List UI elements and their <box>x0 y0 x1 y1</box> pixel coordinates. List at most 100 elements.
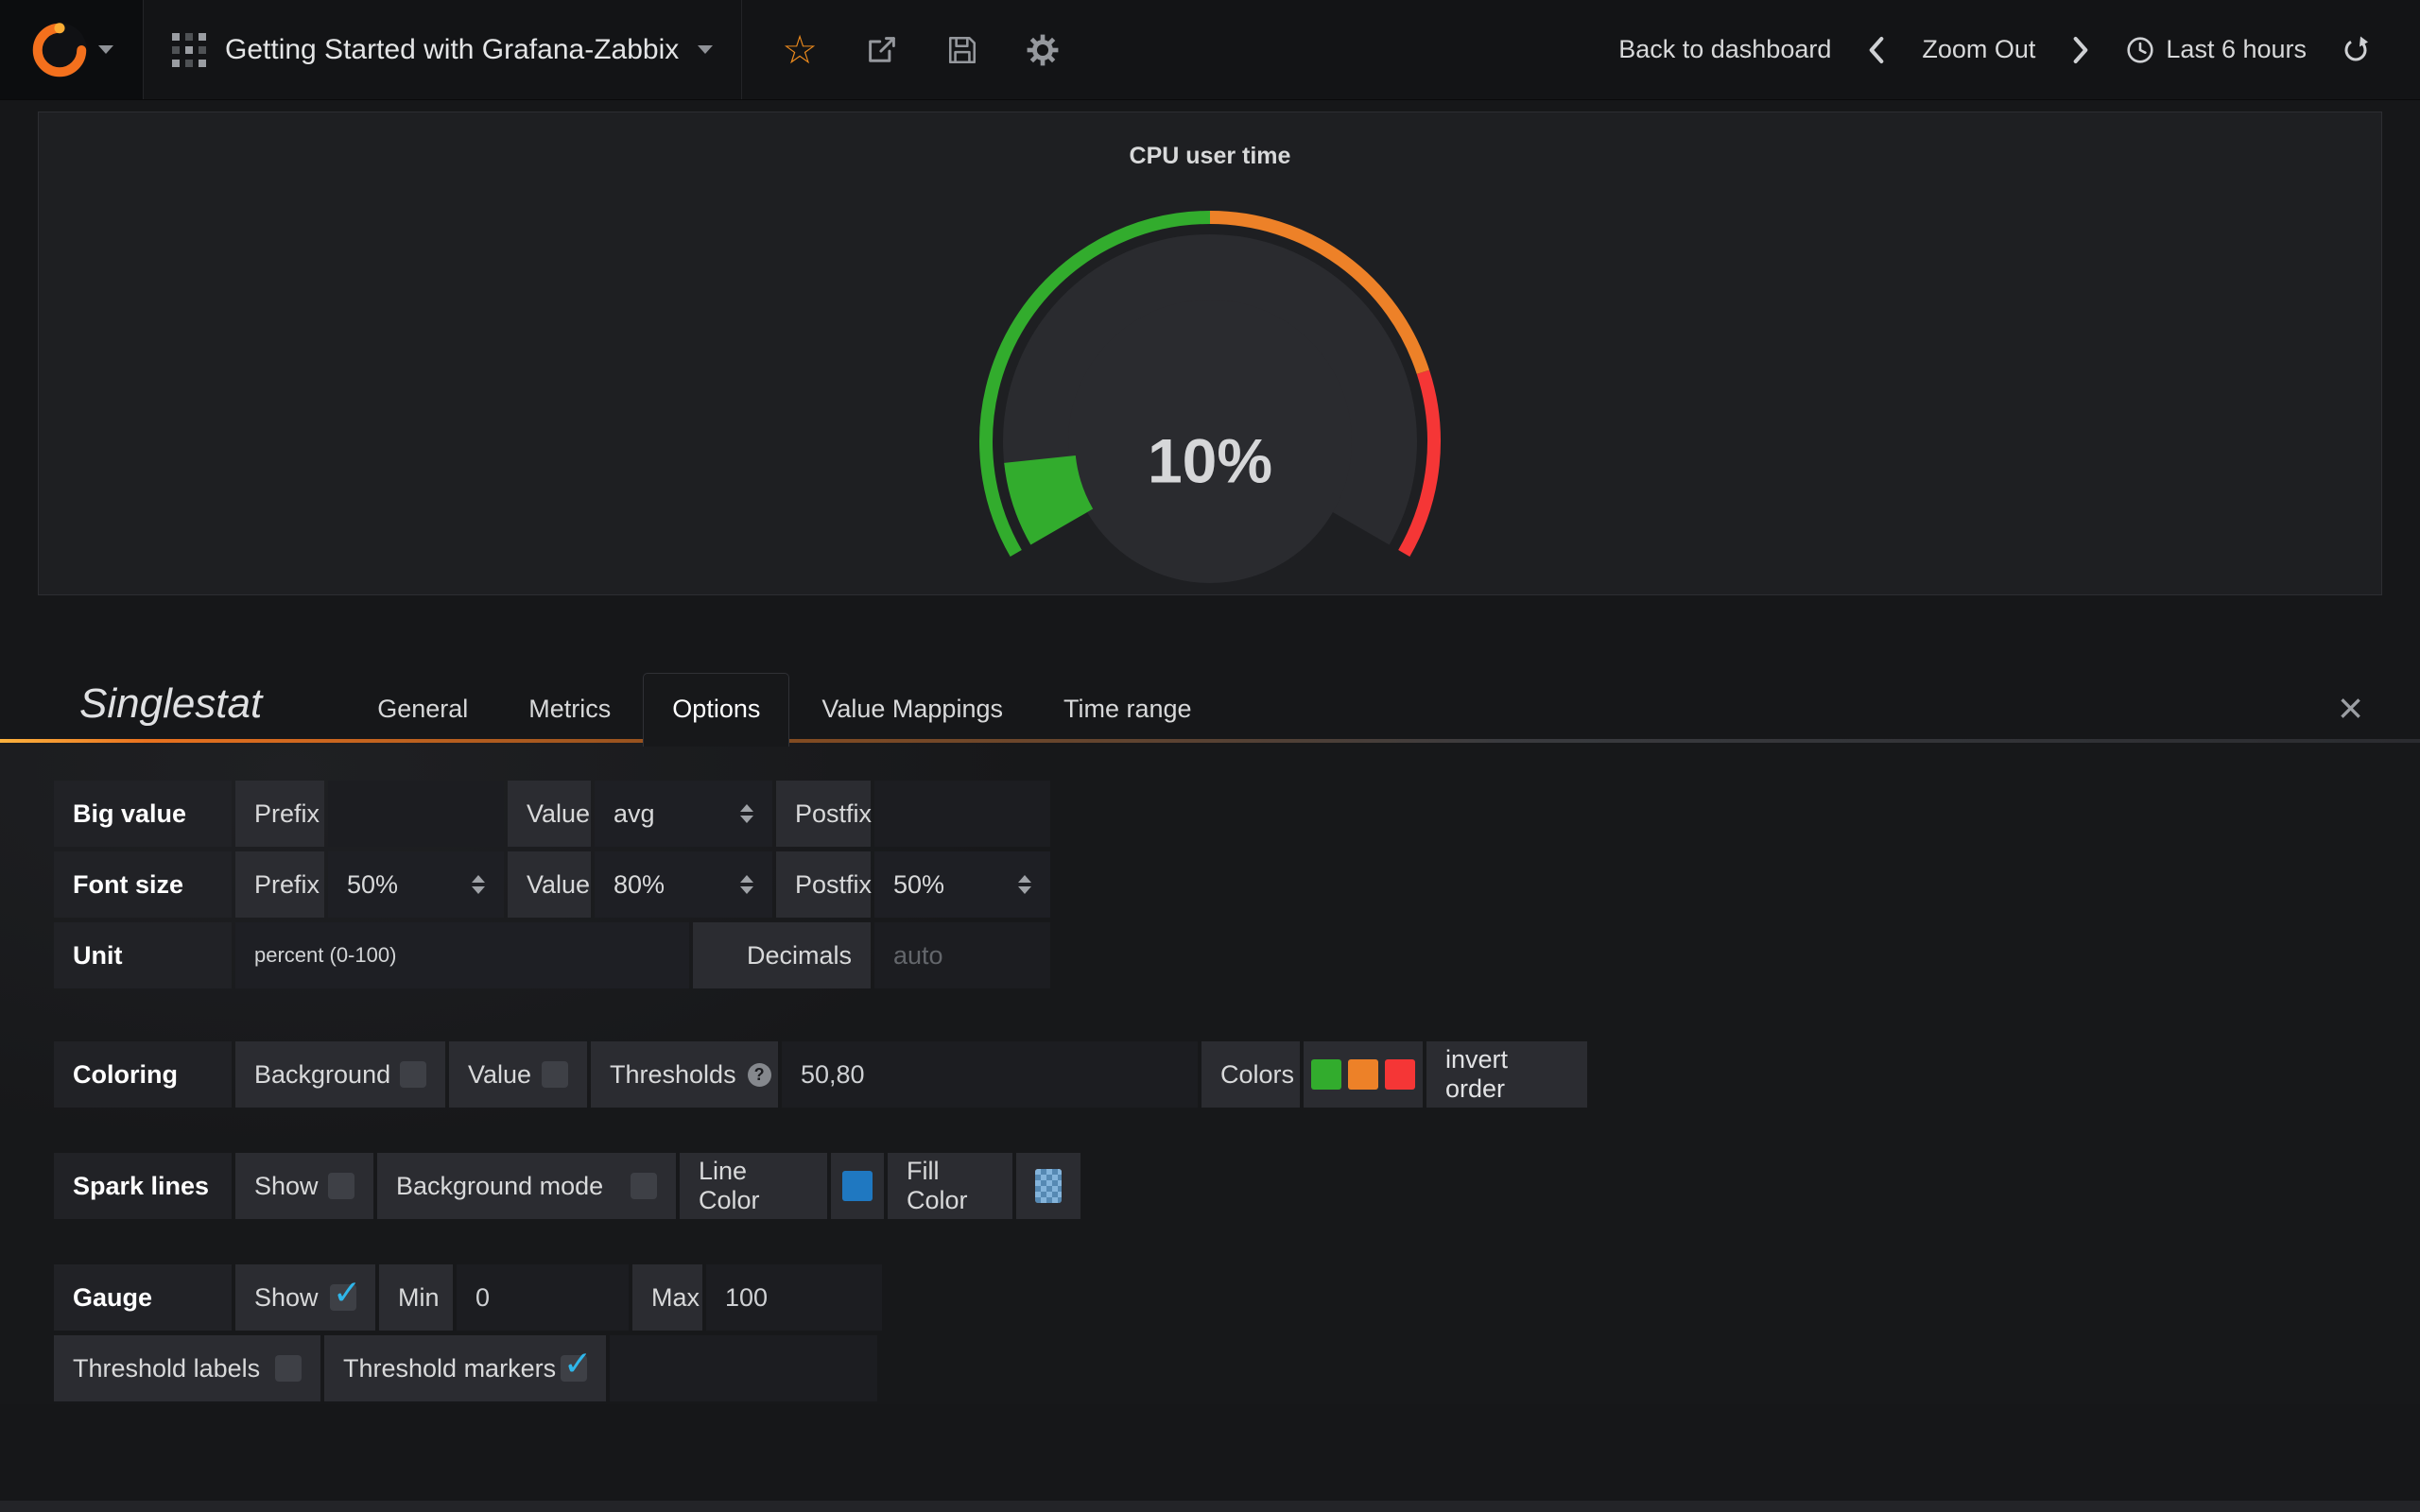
spark-show-checkbox[interactable] <box>328 1173 354 1199</box>
tab-metrics[interactable]: Metrics <box>500 674 639 743</box>
font-size-prefix-select[interactable]: 50% <box>328 851 504 918</box>
big-value-prefix-input[interactable] <box>328 781 504 847</box>
color-swatch-red[interactable] <box>1385 1059 1415 1090</box>
clock-icon <box>2126 36 2154 64</box>
gauge-chart: 10% <box>964 211 1456 608</box>
page-bottom-strip <box>0 1501 2420 1512</box>
unit-label: Unit <box>54 922 232 988</box>
decimals-label: Decimals <box>693 922 871 988</box>
dashboard-row: CPU user time 10% <box>0 100 2420 595</box>
spark-lines-label: Spark lines <box>54 1153 232 1219</box>
big-value-value-label: Value <box>508 781 591 847</box>
chevron-right-icon[interactable] <box>2069 35 2092 65</box>
big-value-postfix-input[interactable] <box>874 781 1050 847</box>
star-icon[interactable] <box>782 30 818 70</box>
coloring-row: Coloring Background Value Thresholds Col… <box>54 1041 2420 1108</box>
chevron-left-icon[interactable] <box>1865 35 1888 65</box>
coloring-value-option: Value <box>449 1041 587 1108</box>
tab-value-mappings[interactable]: Value Mappings <box>793 674 1031 743</box>
editor-panel-type-title: Singlestat <box>79 680 262 743</box>
logo-caret-icon <box>98 45 113 54</box>
color-swatch-group <box>1304 1041 1423 1108</box>
singlestat-panel: CPU user time 10% <box>38 112 2382 595</box>
invert-order-button[interactable]: invert order <box>1426 1041 1587 1108</box>
options-tab-content: Big value Prefix Value avg Postfix Font … <box>0 743 2420 1404</box>
select-arrows-icon <box>740 875 753 894</box>
value-checkbox[interactable] <box>542 1061 568 1088</box>
empty-cell <box>610 1335 877 1401</box>
tab-options[interactable]: Options <box>643 673 789 747</box>
line-color-label: Line Color <box>680 1153 827 1219</box>
font-size-postfix-select[interactable]: 50% <box>874 851 1050 918</box>
unit-select[interactable]: percent (0-100) <box>235 922 689 988</box>
threshold-markers-option: Threshold markers <box>324 1335 606 1401</box>
gauge-row: Gauge Show Min Max <box>54 1264 2420 1331</box>
editor-tabs: General Metrics Options Value Mappings T… <box>349 673 1219 743</box>
spark-lines-row: Spark lines Show Background mode Line Co… <box>54 1153 2420 1219</box>
select-arrows-icon <box>472 875 485 894</box>
threshold-options-row: Threshold labels Threshold markers <box>54 1335 2420 1401</box>
color-swatch-orange[interactable] <box>1348 1059 1378 1090</box>
panel-title[interactable]: CPU user time <box>39 143 2381 170</box>
gauge-label: Gauge <box>54 1264 232 1331</box>
close-editor-icon[interactable] <box>2338 686 2363 743</box>
gauge-max-label: Max <box>632 1264 702 1331</box>
thresholds-input[interactable] <box>782 1041 1198 1108</box>
gauge-show-option: Show <box>235 1264 375 1331</box>
thresholds-help-icon[interactable] <box>748 1063 771 1087</box>
coloring-background-option: Background <box>235 1041 445 1108</box>
dashboard-title: Getting Started with Grafana-Zabbix <box>225 34 679 66</box>
background-mode-option: Background mode <box>377 1153 676 1219</box>
line-color-swatch-cell <box>831 1153 884 1219</box>
title-caret-icon <box>698 45 713 54</box>
big-value-postfix-label: Postfix <box>776 781 871 847</box>
font-size-label: Font size <box>54 851 232 918</box>
colors-label: Colors <box>1201 1041 1300 1108</box>
editor-header: Singlestat General Metrics Options Value… <box>0 654 2420 743</box>
fill-color-label: Fill Color <box>888 1153 1012 1219</box>
fill-color-swatch-cell <box>1016 1153 1080 1219</box>
gauge-min-input[interactable] <box>457 1264 629 1331</box>
big-value-stat-select[interactable]: avg <box>595 781 772 847</box>
thresholds-label: Thresholds <box>591 1041 778 1108</box>
select-arrows-icon <box>740 804 753 823</box>
big-value-row: Big value Prefix Value avg Postfix <box>54 781 2420 847</box>
unit-row: Unit percent (0-100) Decimals <box>54 922 2420 988</box>
gauge-show-checkbox[interactable] <box>330 1284 356 1311</box>
tab-time-range[interactable]: Time range <box>1035 674 1220 743</box>
tab-general[interactable]: General <box>349 674 496 743</box>
share-icon[interactable] <box>865 33 899 67</box>
grafana-menu-button[interactable] <box>0 0 144 99</box>
spark-show-option: Show <box>235 1153 373 1219</box>
font-size-prefix-label: Prefix <box>235 851 324 918</box>
svg-text:10%: 10% <box>1148 425 1272 495</box>
coloring-label: Coloring <box>54 1041 232 1108</box>
threshold-labels-option: Threshold labels <box>54 1335 320 1401</box>
font-size-value-select[interactable]: 80% <box>595 851 772 918</box>
dashboard-title-dropdown[interactable]: Getting Started with Grafana-Zabbix <box>144 0 742 99</box>
fill-color-swatch[interactable] <box>1035 1169 1062 1203</box>
select-arrows-icon <box>1018 875 1031 894</box>
refresh-icon[interactable] <box>2341 35 2371 65</box>
dashboard-grid-icon <box>172 33 206 67</box>
gauge-min-label: Min <box>379 1264 453 1331</box>
threshold-labels-checkbox[interactable] <box>275 1355 302 1382</box>
decimals-input[interactable] <box>874 922 1050 988</box>
big-value-prefix-label: Prefix <box>235 781 324 847</box>
threshold-markers-checkbox[interactable] <box>561 1355 587 1382</box>
settings-gear-icon[interactable] <box>1026 33 1060 67</box>
background-mode-checkbox[interactable] <box>631 1173 657 1199</box>
gauge-max-input[interactable] <box>706 1264 882 1331</box>
color-swatch-green[interactable] <box>1311 1059 1341 1090</box>
panel-editor: Singlestat General Metrics Options Value… <box>0 654 2420 1404</box>
font-size-postfix-label: Postfix <box>776 851 871 918</box>
back-to-dashboard-button[interactable]: Back to dashboard <box>1618 35 1831 64</box>
background-checkbox[interactable] <box>400 1061 426 1088</box>
top-navbar: Getting Started with Grafana-Zabbix <box>0 0 2420 100</box>
save-icon[interactable] <box>946 34 978 66</box>
zoom-out-button[interactable]: Zoom Out <box>1922 35 2035 64</box>
time-range-picker[interactable]: Last 6 hours <box>2126 35 2307 64</box>
line-color-swatch[interactable] <box>842 1171 873 1201</box>
grafana-logo-icon <box>30 21 89 79</box>
font-size-row: Font size Prefix 50% Value 80% Postfix 5… <box>54 851 2420 918</box>
